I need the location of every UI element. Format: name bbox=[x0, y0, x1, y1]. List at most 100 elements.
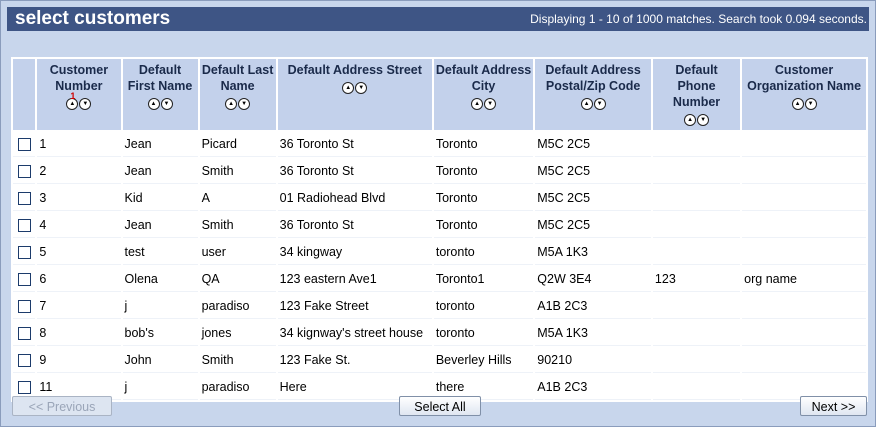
table-row[interactable]: 6 Olena QA 123 eastern Ave1 Toronto1 Q2W 3E4 1… bbox=[13, 267, 866, 292]
table-cell: 36 Toronto St bbox=[277, 159, 432, 184]
row-select-cell bbox=[13, 240, 36, 265]
sort-controls: ▲ ▼ bbox=[537, 95, 649, 111]
sort-controls: ▲ ▼ bbox=[436, 95, 531, 111]
table-cell bbox=[652, 132, 741, 157]
row-select-cell bbox=[13, 267, 36, 292]
table-cell: M5A 1K3 bbox=[535, 321, 651, 346]
table-row[interactable]: 9 John Smith 123 Fake St. Beverley Hills 9021… bbox=[13, 348, 866, 373]
table-cell: Toronto bbox=[433, 132, 534, 157]
column-header[interactable]: Default First Name ▲ ▼ bbox=[122, 59, 198, 130]
table-cell: M5C 2C5 bbox=[535, 159, 651, 184]
row-select-checkbox[interactable] bbox=[17, 327, 31, 341]
row-select-checkbox[interactable] bbox=[17, 300, 31, 314]
sort-descending-icon[interactable]: ▼ bbox=[160, 97, 173, 110]
row-select-checkbox[interactable] bbox=[17, 165, 31, 179]
search-status-text: Displaying 1 - 10 of 1000 matches. Searc… bbox=[530, 12, 867, 26]
table-cell: 6 bbox=[37, 267, 121, 292]
column-header-label: Default Last Name bbox=[201, 63, 274, 93]
table-cell bbox=[652, 375, 741, 400]
sort-ascending-icon[interactable]: ▲ bbox=[225, 97, 238, 110]
sort-ascending-icon[interactable]: ▲ 1 bbox=[66, 91, 79, 110]
table-row[interactable]: 3 Kid A 01 Radiohead Blvd Toronto M5C 2C5 bbox=[13, 186, 866, 211]
select-all-button[interactable]: Select All bbox=[399, 396, 481, 416]
row-select-cell bbox=[13, 186, 36, 211]
table-row[interactable]: 5 test user 34 kingway toronto M5A 1K3 bbox=[13, 240, 866, 265]
column-header-label: Default First Name bbox=[127, 63, 193, 93]
column-header[interactable]: Default Address Street ▲ ▼ bbox=[277, 59, 432, 130]
sort-controls: ▲ ▼ bbox=[202, 95, 274, 111]
table-body: 1 Jean Picard 36 Toronto St Toronto M5C 2C5 2 J… bbox=[13, 132, 866, 400]
table-cell: j bbox=[122, 294, 198, 319]
column-header[interactable]: Default Address Postal/Zip Code ▲ ▼ bbox=[535, 59, 651, 130]
next-page-button[interactable]: Next >> bbox=[800, 396, 867, 416]
sort-ascending-icon[interactable]: ▲ bbox=[471, 97, 484, 110]
sort-ascending-icon[interactable]: ▲ bbox=[684, 113, 697, 126]
row-select-cell bbox=[13, 132, 36, 157]
table-row[interactable]: 4 Jean Smith 36 Toronto St Toronto M5C 2C5 bbox=[13, 213, 866, 238]
sort-descending-icon[interactable]: ▼ bbox=[355, 81, 368, 94]
table-cell: M5A 1K3 bbox=[535, 240, 651, 265]
table-cell: 1 bbox=[37, 132, 121, 157]
row-select-cell bbox=[13, 213, 36, 238]
table-row[interactable]: 1 Jean Picard 36 Toronto St Toronto M5C 2C5 bbox=[13, 132, 866, 157]
table-cell: 2 bbox=[37, 159, 121, 184]
previous-page-button[interactable]: << Previous bbox=[12, 396, 112, 416]
column-header[interactable]: Customer Number ▲ 1 ▼ bbox=[37, 59, 121, 130]
table-cell: paradiso bbox=[199, 294, 276, 319]
sort-descending-icon[interactable]: ▼ bbox=[238, 97, 251, 110]
table-cell: M5C 2C5 bbox=[535, 132, 651, 157]
title-bar: select customers Displaying 1 - 10 of 10… bbox=[7, 7, 869, 31]
column-header[interactable]: Default Phone Number ▲ ▼ bbox=[652, 59, 741, 130]
row-select-checkbox[interactable] bbox=[17, 354, 31, 368]
table-cell: 7 bbox=[37, 294, 121, 319]
row-select-checkbox[interactable] bbox=[17, 273, 31, 287]
table-cell: 8 bbox=[37, 321, 121, 346]
column-header-label: Default Address City bbox=[435, 63, 532, 93]
column-header-label: Default Address Postal/Zip Code bbox=[545, 63, 641, 93]
row-select-checkbox[interactable] bbox=[17, 219, 31, 233]
row-select-checkbox[interactable] bbox=[17, 192, 31, 206]
table-cell bbox=[652, 213, 741, 238]
table-cell: M5C 2C5 bbox=[535, 213, 651, 238]
column-header[interactable]: Default Last Name ▲ ▼ bbox=[199, 59, 276, 130]
sort-descending-icon[interactable]: ▼ bbox=[593, 97, 606, 110]
table-cell bbox=[652, 240, 741, 265]
table-cell: 34 kignway's street house bbox=[277, 321, 432, 346]
customer-table-container: Customer Number ▲ 1 ▼ Default First Name ▲ ▼ De… bbox=[11, 57, 868, 402]
column-header[interactable]: Customer Organization Name ▲ ▼ bbox=[742, 59, 866, 130]
table-cell: Picard bbox=[199, 132, 276, 157]
row-select-checkbox[interactable] bbox=[17, 138, 31, 152]
sort-controls: ▲ ▼ bbox=[125, 95, 196, 111]
table-cell: 123 Fake St. bbox=[277, 348, 432, 373]
table-cell: toronto bbox=[433, 294, 534, 319]
column-header[interactable]: Default Address City ▲ ▼ bbox=[433, 59, 534, 130]
table-row[interactable]: 8 bob's jones 34 kignway's street house toro… bbox=[13, 321, 866, 346]
sort-descending-icon[interactable]: ▼ bbox=[804, 97, 817, 110]
table-cell: Kid bbox=[122, 186, 198, 211]
table-cell: Q2W 3E4 bbox=[535, 267, 651, 292]
sort-ascending-icon[interactable]: ▲ bbox=[147, 97, 160, 110]
sort-ascending-icon[interactable]: ▲ bbox=[580, 97, 593, 110]
table-cell: M5C 2C5 bbox=[535, 186, 651, 211]
table-cell: 123 Fake Street bbox=[277, 294, 432, 319]
row-select-checkbox[interactable] bbox=[17, 381, 31, 395]
table-cell: 90210 bbox=[535, 348, 651, 373]
sort-descending-icon[interactable]: ▼ bbox=[79, 97, 92, 110]
column-header-label: Customer Number bbox=[49, 63, 109, 93]
table-cell: paradiso bbox=[199, 375, 276, 400]
sort-descending-icon[interactable]: ▼ bbox=[484, 97, 497, 110]
table-cell: A1B 2C3 bbox=[535, 375, 651, 400]
table-row[interactable]: 2 Jean Smith 36 Toronto St Toronto M5C 2C5 bbox=[13, 159, 866, 184]
sort-ascending-icon[interactable]: ▲ bbox=[342, 81, 355, 94]
table-cell: 5 bbox=[37, 240, 121, 265]
table-cell bbox=[652, 348, 741, 373]
sort-descending-icon[interactable]: ▼ bbox=[697, 113, 710, 126]
table-row[interactable]: 7 j paradiso 123 Fake Street toronto A1B 2C3 bbox=[13, 294, 866, 319]
table-cell: Toronto1 bbox=[433, 267, 534, 292]
table-cell bbox=[742, 159, 866, 184]
sort-ascending-icon[interactable]: ▲ bbox=[791, 97, 804, 110]
table-cell: 01 Radiohead Blvd bbox=[277, 186, 432, 211]
table-cell: toronto bbox=[433, 240, 534, 265]
row-select-checkbox[interactable] bbox=[17, 246, 31, 260]
table-cell: jones bbox=[199, 321, 276, 346]
